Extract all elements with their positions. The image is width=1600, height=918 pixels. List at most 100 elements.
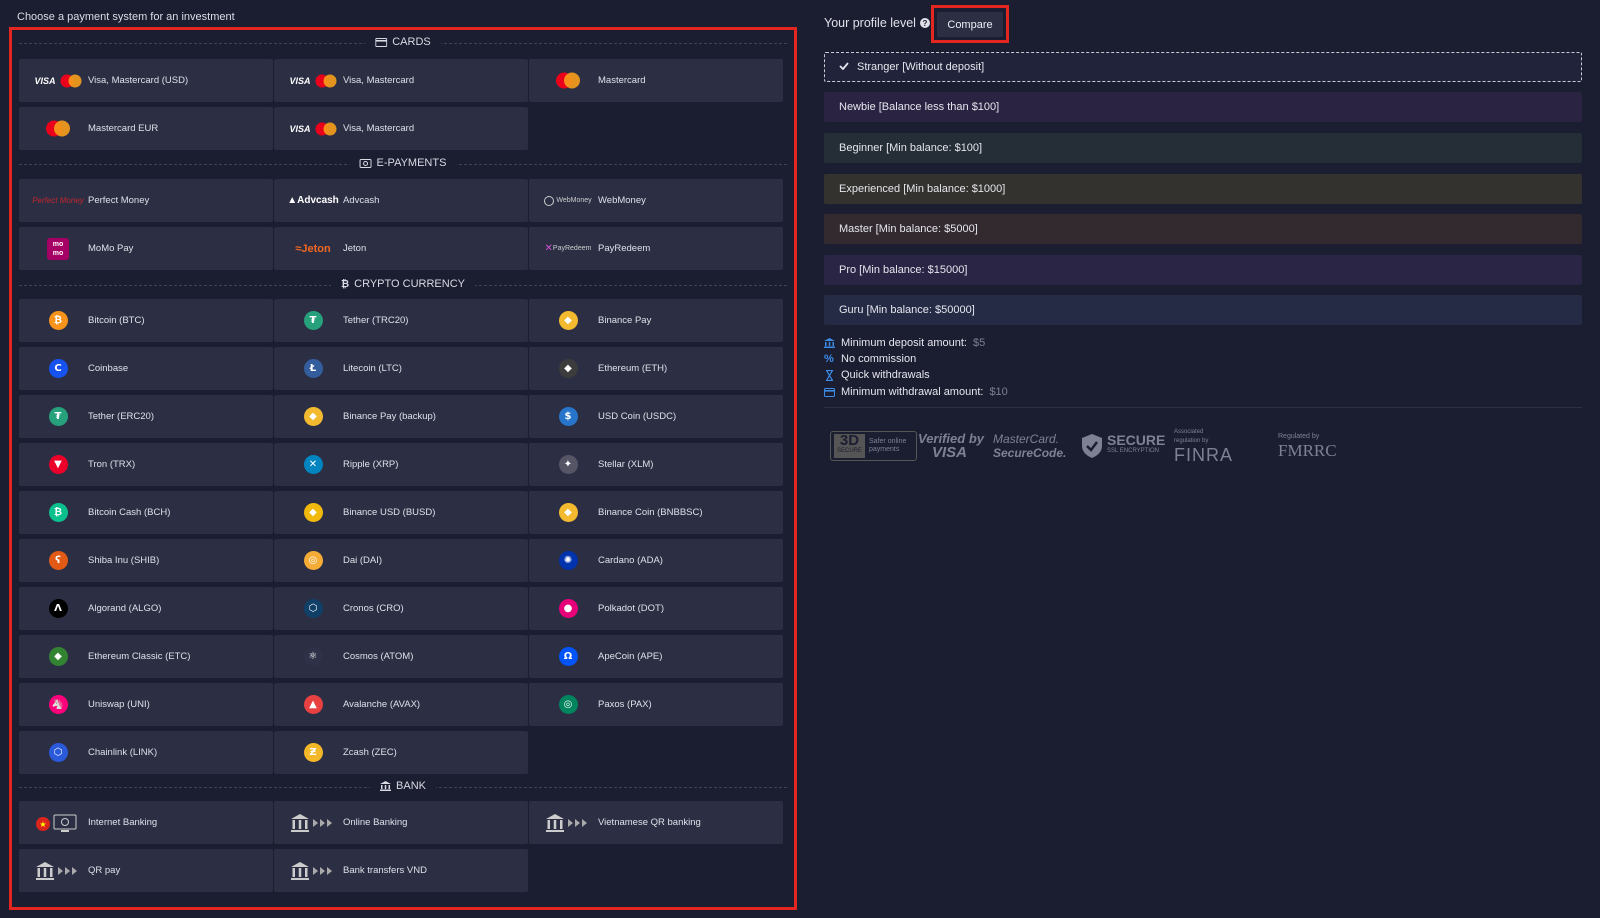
divider <box>824 407 1582 408</box>
method-tile-bank-transfers-vnd[interactable]: Bank transfers VND <box>274 849 528 892</box>
method-tile-crypto[interactable]: ◆ Binance Coin (BNBBSC) <box>529 491 783 534</box>
method-tile-crypto[interactable]: ◆ Binance Pay <box>529 299 783 342</box>
method-tile-momo-pay[interactable]: mo mo MoMo Pay <box>19 227 273 270</box>
internet-banking-logo: ★ <box>29 801 87 844</box>
method-tile-crypto[interactable]: Ł Litecoin (LTC) <box>274 347 528 390</box>
level-row-pro[interactable]: Pro [Min balance: $15000] <box>824 255 1582 285</box>
apecoin-icon: Ω <box>558 647 578 666</box>
method-tile-payredeem[interactable]: ✕ PayRedeem PayRedeem <box>529 227 783 270</box>
help-icon[interactable]: ? <box>919 18 930 28</box>
method-tile-crypto[interactable]: Ω ApeCoin (APE) <box>529 635 783 678</box>
method-name: Binance Pay <box>598 315 652 326</box>
method-name: MoMo Pay <box>88 243 134 254</box>
method-tile-crypto[interactable]: ◎ Paxos (PAX) <box>529 683 783 726</box>
cronos-icon: ⬡ <box>303 599 323 618</box>
method-tile-mastercard[interactable]: Mastercard <box>529 59 783 102</box>
method-tile-crypto[interactable]: ◆ Ethereum Classic (ETC) <box>19 635 273 678</box>
crypto-logo: 🦄 <box>29 683 87 726</box>
method-tile-crypto[interactable]: Ƶ Zcash (ZEC) <box>274 731 528 774</box>
level-row-beginner[interactable]: Beginner [Min balance: $100] <box>824 133 1582 163</box>
binance-pay-icon: ◆ <box>303 407 323 426</box>
method-tile-crypto[interactable]: C Coinbase <box>19 347 273 390</box>
level-row-stranger[interactable]: Stranger [Without deposit] <box>824 52 1582 82</box>
method-tile-crypto[interactable]: ◎ Dai (DAI) <box>274 539 528 582</box>
method-tile-crypto[interactable]: ⬡ Cronos (CRO) <box>274 587 528 630</box>
method-name: Cosmos (ATOM) <box>343 651 414 662</box>
method-tile-visa-mastercard[interactable]: VISA Visa, Mastercard <box>274 59 528 102</box>
method-tile-crypto[interactable]: ✕ Ripple (XRP) <box>274 443 528 486</box>
method-tile-crypto[interactable]: ◆ Binance USD (BUSD) <box>274 491 528 534</box>
method-name: Dai (DAI) <box>343 555 383 566</box>
algorand-icon: Λ <box>48 599 68 618</box>
level-row-experienced[interactable]: Experienced [Min balance: $1000] <box>824 174 1582 204</box>
method-name: Uniswap (UNI) <box>88 699 150 710</box>
crypto-logo: Ƶ <box>284 731 342 774</box>
method-tile-crypto[interactable]: ₮ Tether (ERC20) <box>19 395 273 438</box>
method-name: Perfect Money <box>88 195 150 206</box>
method-tile-mastercard-eur[interactable]: Mastercard EUR <box>19 107 273 150</box>
crypto-logo: ⬡ <box>29 731 87 774</box>
method-tile-perfect-money[interactable]: Perfect Money Perfect Money <box>19 179 273 222</box>
method-tile-crypto[interactable]: ⚛ Cosmos (ATOM) <box>274 635 528 678</box>
feature-label: Minimum withdrawal amount: <box>841 386 984 398</box>
method-tile-crypto[interactable]: ▼ Tron (TRX) <box>19 443 273 486</box>
method-tile-crypto[interactable]: ◆ Binance Pay (backup) <box>274 395 528 438</box>
level-row-guru[interactable]: Guru [Min balance: $50000] <box>824 295 1582 325</box>
crypto-logo: ₮ <box>29 395 87 438</box>
crypto-logo: Ω <box>539 635 597 678</box>
method-tile-crypto[interactable]: ₿ Bitcoin (BTC) <box>19 299 273 342</box>
method-tile-crypto[interactable]: $ USD Coin (USDC) <box>529 395 783 438</box>
method-tile-qr-pay[interactable]: QR pay <box>19 849 273 892</box>
crypto-logo: ▼ <box>29 443 87 486</box>
method-tile-advcash[interactable]: ▲ Advcash Advcash <box>274 179 528 222</box>
method-tile-crypto[interactable]: ₿ Bitcoin Cash (BCH) <box>19 491 273 534</box>
finra-badge: Associated regulation by FINRA <box>1174 429 1233 465</box>
method-tile-jeton[interactable]: ≈ Jeton Jeton <box>274 227 528 270</box>
svg-text:★: ★ <box>39 820 46 829</box>
bank-icon <box>824 338 835 348</box>
method-name: Chainlink (LINK) <box>88 747 158 758</box>
cardano-icon: ✺ <box>558 551 578 570</box>
usd-coin-icon: $ <box>558 407 578 426</box>
method-tile-crypto[interactable]: ✺ Cardano (ADA) <box>529 539 783 582</box>
method-tile-crypto[interactable]: ✦ Stellar (XLM) <box>529 443 783 486</box>
method-tile-visa-mastercard-usd[interactable]: VISA Visa, Mastercard (USD) <box>19 59 273 102</box>
method-tile-crypto[interactable]: Λ Algorand (ALGO) <box>19 587 273 630</box>
method-name: Tron (TRX) <box>88 459 136 470</box>
compare-button[interactable]: Compare <box>937 12 1003 37</box>
level-label: Newbie [Balance less than $100] <box>839 101 1000 113</box>
section-header-cards: CARDS <box>19 36 787 50</box>
bitcoin-cash-icon: ₿ <box>48 503 68 522</box>
method-tile-crypto[interactable]: ◆ Ethereum (ETH) <box>529 347 783 390</box>
hourglass-icon <box>825 369 834 381</box>
level-label: Beginner [Min balance: $100] <box>839 142 983 154</box>
method-tile-crypto[interactable]: ₮ Tether (TRC20) <box>274 299 528 342</box>
crypto-logo: ◆ <box>284 395 342 438</box>
method-tile-crypto[interactable]: ʕ Shiba Inu (SHIB) <box>19 539 273 582</box>
zcash-icon: Ƶ <box>303 743 323 762</box>
method-tile-crypto[interactable]: ▲ Avalanche (AVAX) <box>274 683 528 726</box>
level-label: Master [Min balance: $5000] <box>839 223 978 235</box>
3d-secure-badge: 3D SECURE Safer online payments <box>830 427 918 465</box>
bank-icon <box>380 781 392 791</box>
coinbase-icon: C <box>48 359 68 378</box>
profile-level-label: Your profile level ? <box>824 16 930 30</box>
binance-coin-icon: ◆ <box>558 503 578 522</box>
method-tile-vietnamese-qr-banking[interactable]: Vietnamese QR banking <box>529 801 783 844</box>
stellar-icon: ✦ <box>558 455 578 474</box>
method-tile-crypto[interactable]: 🦄 Uniswap (UNI) <box>19 683 273 726</box>
method-name: Cronos (CRO) <box>343 603 404 614</box>
method-name: Algorand (ALGO) <box>88 603 162 614</box>
method-name: Bitcoin Cash (BCH) <box>88 507 171 518</box>
method-tile-webmoney[interactable]: WebMoney WebMoney <box>529 179 783 222</box>
method-tile-online-banking[interactable]: Online Banking <box>274 801 528 844</box>
method-tile-crypto[interactable]: ⬡ Chainlink (LINK) <box>19 731 273 774</box>
level-row-newbie[interactable]: Newbie [Balance less than $100] <box>824 92 1582 122</box>
crypto-logo: ✦ <box>539 443 597 486</box>
level-row-master[interactable]: Master [Min balance: $5000] <box>824 214 1582 244</box>
feature-no-commission: % No commission <box>824 353 916 365</box>
method-tile-crypto[interactable]: ● Polkadot (DOT) <box>529 587 783 630</box>
method-tile-visa-mastercard-2[interactable]: VISA Visa, Mastercard <box>274 107 528 150</box>
method-tile-internet-banking[interactable]: ★ Internet Banking <box>19 801 273 844</box>
method-name: QR pay <box>88 865 121 876</box>
